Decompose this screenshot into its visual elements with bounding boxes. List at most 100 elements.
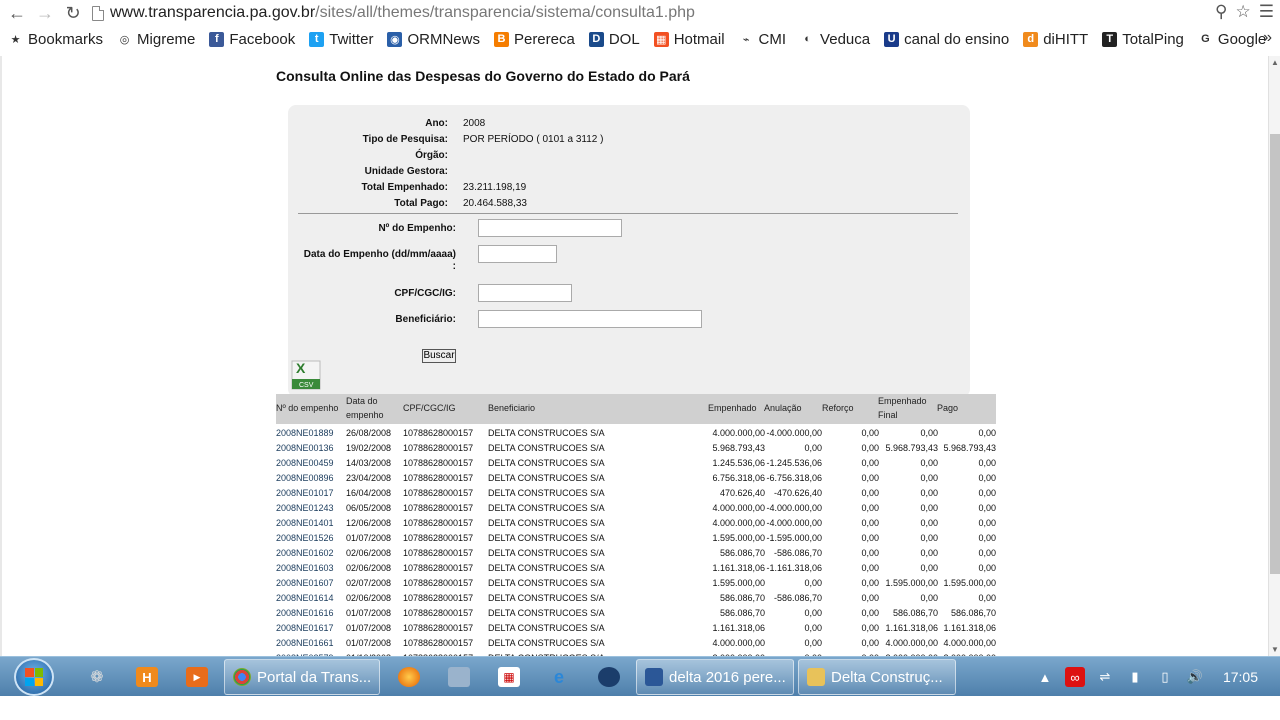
scroll-up-icon[interactable]: ▲ [1271, 58, 1279, 67]
cell-beneficiario: DELTA CONSTRUCOES S/A [488, 563, 605, 573]
bookmark-8[interactable]: ⌁ CMI [738, 31, 786, 48]
hostgator-icon[interactable]: H [136, 667, 158, 687]
cell-empenhado: 586.086,70 [719, 608, 765, 618]
empenho-input[interactable] [478, 219, 622, 237]
bookmark-6[interactable]: D DOL [588, 30, 640, 48]
bookmark-5[interactable]: B Perereca [493, 31, 575, 48]
system-tray: ▲ ∞ ⇌ ▮ ▯ 🔊 17:05 [1025, 657, 1280, 697]
cell-reforco: 0,00 [861, 428, 879, 438]
cell-data: 01/07/2008 [346, 608, 392, 618]
cell-data: 23/04/2008 [346, 473, 392, 483]
task-chrome[interactable]: Portal da Trans... [224, 659, 380, 695]
scroll-down-icon[interactable]: ▼ [1271, 645, 1279, 654]
cell-anulacao: 0,00 [804, 638, 822, 648]
cell-reforco: 0,00 [861, 623, 879, 633]
paint-icon[interactable]: ❁ [86, 667, 108, 687]
totalping-icon: T [1102, 31, 1118, 47]
th-reforco: Reforço [822, 403, 854, 413]
google-icon: G [1197, 31, 1213, 47]
cell-pago: 0,00 [978, 428, 996, 438]
cell-cpf: 10788628000157 [403, 443, 474, 453]
vertical-scrollbar[interactable]: ▲ ▼ [1268, 56, 1280, 656]
task-word[interactable]: delta 2016 pere... [636, 659, 794, 695]
beneficiario-input[interactable] [478, 310, 702, 328]
url-text: www.transparencia.pa.gov.br/sites/all/th… [110, 4, 695, 22]
internet-explorer-icon[interactable]: e [548, 667, 570, 687]
menu-icon[interactable]: ☰ [1259, 2, 1274, 22]
usb-icon[interactable]: ⇌ [1095, 667, 1115, 687]
volume-icon[interactable]: 🔊 [1185, 667, 1205, 687]
forward-button[interactable]: → [34, 2, 56, 24]
star-bookmark-icon[interactable]: ☆ [1236, 2, 1251, 22]
bookmarks-more-icon[interactable]: » [1263, 29, 1272, 47]
info-value: POR PERÍODO ( 0101 a 3112 ) [463, 133, 604, 145]
buscar-button[interactable]: Buscar [422, 349, 456, 363]
cell-pago: 0,00 [978, 473, 996, 483]
cell-empenho: 2008NE01616 [276, 608, 334, 618]
windows-flag-icon [25, 668, 43, 686]
info-value: 2008 [463, 117, 486, 129]
compass-icon[interactable] [598, 667, 620, 687]
task-folder[interactable]: Delta Construç... [798, 659, 956, 695]
scrollbar-thumb[interactable] [1270, 134, 1280, 574]
th-final-2: Final [878, 410, 898, 420]
bookmark-13[interactable]: G Google [1197, 31, 1266, 48]
calculator-icon[interactable] [448, 667, 470, 687]
cell-anulacao: 0,00 [804, 623, 822, 633]
cell-empenhado-final: 0,00 [920, 563, 938, 573]
info-row: Ano: 2008 [288, 115, 970, 131]
info-row: Órgão: [288, 147, 970, 163]
bookmark-1[interactable]: ◎ Migreme [117, 31, 195, 48]
cell-reforco: 0,00 [861, 608, 879, 618]
cell-reforco: 0,00 [861, 578, 879, 588]
bookmark-10[interactable]: Ucanal do ensino [884, 31, 1009, 48]
table-header: Nº do empenho Data do empenho CPF/CGC/IG… [276, 394, 996, 424]
csv-export-icon[interactable]: X CSV [288, 357, 322, 391]
media-player-icon[interactable]: ▶ [186, 667, 208, 687]
cell-anulacao: 0,00 [804, 608, 822, 618]
bookmark-12[interactable]: T TotalPing [1102, 31, 1184, 48]
bookmark-4[interactable]: ◉ ORMNews [387, 31, 480, 48]
table-row: 2008NE01603 02/06/2008 10788628000157 DELTA… [276, 561, 996, 576]
data-empenho-colon: : [452, 261, 456, 272]
cell-cpf: 10788628000157 [403, 473, 474, 483]
bookmark-7[interactable]: ▦ Hotmail [653, 30, 725, 48]
cell-data: 16/04/2008 [346, 488, 392, 498]
battery-icon[interactable]: ▯ [1155, 667, 1175, 687]
zoom-icon[interactable]: ⚲ [1215, 2, 1227, 22]
bookmark-3[interactable]: t Twitter [309, 31, 373, 48]
cell-data: 02/06/2008 [346, 548, 392, 558]
url-field[interactable]: www.transparencia.pa.gov.br/sites/all/th… [92, 2, 1280, 24]
antenna-icon: ⌁ [738, 31, 754, 47]
tray-expand-icon[interactable]: ▲ [1035, 667, 1055, 687]
back-button[interactable]: ← [6, 2, 28, 24]
table-row: 2008NE01616 01/07/2008 10788628000157 DELTA… [276, 606, 996, 621]
cpf-input[interactable] [478, 284, 572, 302]
cell-anulacao: 0,00 [804, 443, 822, 453]
clock[interactable]: 17:05 [1223, 669, 1258, 685]
reload-button[interactable]: ↻ [62, 2, 84, 24]
bookmark-label: ORMNews [407, 30, 480, 48]
bookmark-11[interactable]: d diHITT [1023, 31, 1088, 48]
network-icon[interactable]: ▮ [1125, 667, 1145, 687]
firefox-icon[interactable] [398, 667, 420, 687]
data-empenho-input[interactable] [478, 245, 557, 263]
cell-cpf: 10788628000157 [403, 548, 474, 558]
search-box: Ano: 2008 Tipo de Pesquisa: POR PERÍODO ( 0… [288, 105, 970, 397]
cell-cpf: 10788628000157 [403, 518, 474, 528]
acrobat-icon[interactable]: ∞ [1064, 667, 1085, 687]
url-host: www.transparencia.pa.gov.br [110, 4, 316, 21]
bookmark-0[interactable]: ★ Bookmarks [8, 31, 103, 48]
cell-pago: 0,00 [978, 593, 996, 603]
th-data-1: Data do [346, 396, 378, 406]
cell-pago: 1.595.000,00 [943, 578, 996, 588]
bookmark-2[interactable]: f Facebook [209, 31, 295, 48]
bookmark-label: DOL [608, 30, 640, 48]
url-path: /sites/all/themes/transparencia/sistema/… [315, 4, 695, 21]
bookmark-label: Hotmail [673, 30, 725, 48]
bookmark-9[interactable]: ◐ Veduca [800, 31, 870, 48]
cell-beneficiario: DELTA CONSTRUCOES S/A [488, 473, 605, 483]
apps-grid-icon[interactable]: ▦ [498, 667, 520, 687]
cell-empenho: 2008NE01661 [276, 638, 334, 648]
start-button[interactable] [14, 658, 54, 696]
